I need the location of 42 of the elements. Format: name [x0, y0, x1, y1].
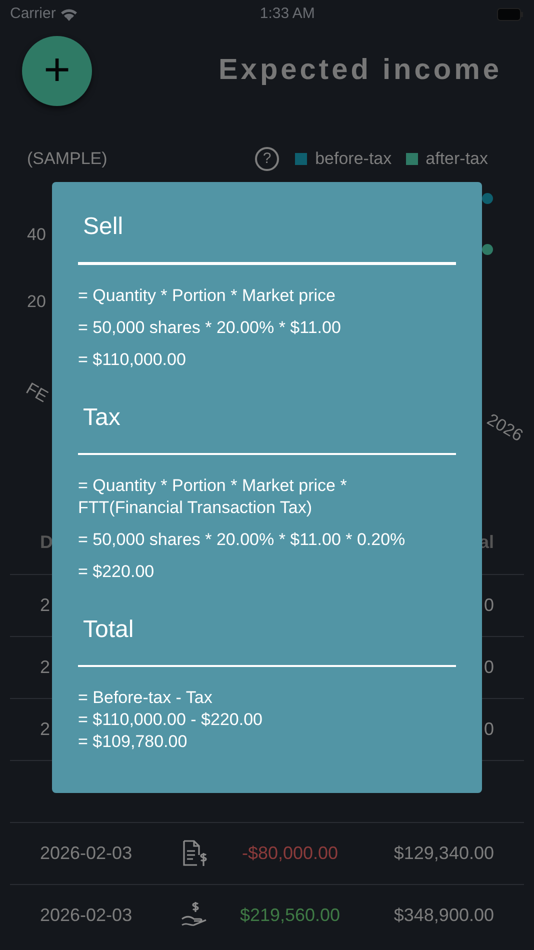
- formula-line: = $110,000.00: [78, 349, 187, 371]
- total-cell-text: $348,900.00: [392, 904, 494, 926]
- status-time: 1:33 AM: [260, 4, 315, 24]
- date-cell-text: 2: [40, 718, 50, 740]
- total-cell-text: 0: [484, 594, 494, 616]
- axis-label: FE: [22, 377, 52, 408]
- formula-line: = Quantity * Portion * Market price: [78, 285, 336, 307]
- bill-dollar-icon: [181, 839, 209, 867]
- sample-label: (SAMPLE): [27, 148, 108, 170]
- formula-line: = Quantity * Portion * Market price * FTT(Financial Transaction Tax): [78, 475, 348, 519]
- formula-line: = $110,000.00 - $220.00: [78, 709, 264, 731]
- page-title: Expected income: [218, 53, 502, 88]
- axis-label: 20: [27, 290, 46, 312]
- amount-cell-text: -$80,000.00: [240, 842, 340, 864]
- wifi-icon: [60, 8, 78, 20]
- total-cell-text: $129,340.00: [392, 842, 494, 864]
- chart-dot: [482, 244, 493, 254]
- formula-line: = 50,000 shares * 20.00% * $11.00 * 0.20%: [78, 529, 406, 551]
- formula-line: = Before-tax - Tax: [78, 687, 214, 709]
- date-cell-text: 2026-02-03: [40, 904, 134, 926]
- add-button[interactable]: +: [22, 36, 92, 106]
- section-title: Total: [83, 615, 135, 645]
- help-button[interactable]: ?: [255, 146, 280, 171]
- section-title: Sell: [83, 212, 124, 242]
- axis-label: 40: [27, 224, 46, 246]
- column-header: D: [40, 531, 53, 554]
- date-cell-text: 2: [40, 594, 50, 616]
- formula-line: = 50,000 shares * 20.00% * $11.00: [78, 317, 342, 339]
- legend-label: before-tax: [315, 148, 392, 170]
- formula-line: = $220.00: [78, 561, 156, 583]
- formula-line: = $109,780.00: [78, 731, 188, 753]
- total-cell-text: 0: [484, 718, 494, 740]
- section-title: Tax: [83, 403, 122, 433]
- amount-cell-text: $219,560.00: [238, 904, 342, 926]
- battery-icon: [496, 8, 524, 20]
- total-cell-text: 0: [484, 656, 494, 678]
- date-cell-text: 2: [40, 656, 50, 678]
- chart-dot: [482, 192, 493, 204]
- legend-label: after-tax: [426, 148, 488, 170]
- date-cell-text: 2026-02-03: [40, 842, 134, 864]
- axis-label: 2026: [482, 408, 528, 447]
- carrier-name: Carrier: [10, 4, 56, 24]
